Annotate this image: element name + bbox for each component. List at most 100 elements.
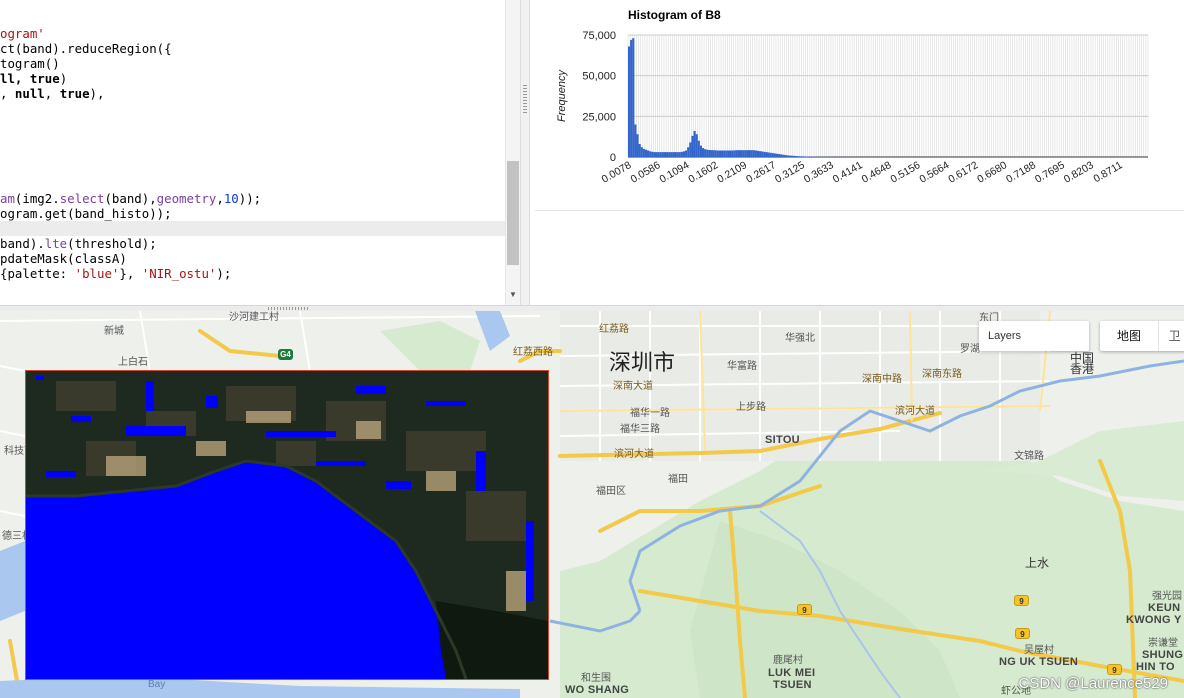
- route-shield-9: 9: [1107, 664, 1122, 675]
- map-label-shashui: 沙河建工村: [229, 312, 279, 323]
- histogram-bar: [712, 150, 715, 157]
- code-line[interactable]: togram(): [0, 56, 60, 71]
- code-line[interactable]: band).lte(threshold);: [0, 236, 157, 251]
- histogram-bar: [748, 150, 751, 157]
- histogram-bar: [731, 150, 734, 157]
- histogram-bar: [699, 145, 702, 157]
- histogram-bar: [655, 152, 658, 157]
- histogram-bar: [737, 150, 741, 157]
- histogram-bar: [714, 150, 717, 157]
- map-label-lumei: 鹿尾村: [773, 655, 803, 666]
- splitter-grip-icon[interactable]: [268, 307, 308, 310]
- histogram-bar: [710, 150, 713, 157]
- histogram-bar: [744, 150, 747, 157]
- histogram-bar: [792, 155, 795, 157]
- map-label-fuhua3: 福华三路: [620, 424, 660, 435]
- histogram-bar: [797, 156, 800, 157]
- map-label-hongli2: 红荔西路: [513, 347, 553, 358]
- vertical-panel-splitter[interactable]: [520, 0, 530, 305]
- x-tick-label: 0.2109: [715, 159, 749, 186]
- code-token: (threshold);: [67, 236, 157, 251]
- histogram-bar: [666, 152, 669, 157]
- chart-title: Histogram of B8: [628, 8, 721, 22]
- code-token: null: [14, 86, 45, 101]
- histogram-bar: [708, 150, 711, 157]
- code-token: togram(): [0, 56, 60, 71]
- map-type-map-button[interactable]: 地图: [1100, 321, 1158, 351]
- code-line[interactable]: , null, true),: [0, 86, 104, 101]
- map-label-keun: KEUN: [1148, 602, 1181, 614]
- code-token: ct(band).reduceRegion({: [0, 41, 172, 56]
- map-label-shang-bai-shi: 上白石: [118, 357, 148, 368]
- histogram-bar: [676, 152, 679, 157]
- code-line[interactable]: pdateMask(classA): [0, 251, 127, 266]
- histogram-bar: [661, 152, 664, 157]
- code-line[interactable]: ct(band).reduceRegion({: [0, 41, 172, 56]
- histogram-bar: [782, 154, 785, 157]
- histogram-bar: [790, 155, 793, 157]
- histogram-bar: [680, 151, 683, 157]
- code-line[interactable]: ogram.get(band_histo));: [0, 206, 172, 221]
- histogram-bar: [740, 150, 743, 157]
- histogram-bar: [803, 156, 806, 157]
- map-view[interactable]: 深圳市 上水 中国 香港 新城 上白石 沙河建工村 红荔路 红荔西路 深南大道 深…: [0, 311, 1184, 698]
- code-line[interactable]: ll, true): [0, 71, 67, 86]
- code-line[interactable]: ogram': [0, 26, 45, 41]
- histogram-bar: [693, 130, 696, 157]
- highway-shield-g4: G4: [278, 349, 293, 360]
- map-label-shennan2: 深南中路: [862, 374, 902, 385]
- map-label-heshengwei: 和生围: [581, 673, 611, 684]
- histogram-bar: [642, 148, 645, 157]
- map-label-huaqiang: 华强北: [785, 333, 815, 344]
- map-label-xinan: 新城: [104, 326, 124, 337]
- code-token: ,: [44, 86, 60, 101]
- histogram-bar: [632, 38, 635, 157]
- histogram-bar: [759, 151, 762, 157]
- y-tick-label: 25,000: [582, 111, 616, 123]
- histogram-bar: [771, 153, 774, 157]
- code-line[interactable]: {palette: 'blue'}, 'NIR_ostu');: [0, 266, 231, 281]
- splitter-grip-icon[interactable]: [523, 85, 527, 113]
- map-type-satellite-button[interactable]: 卫: [1158, 321, 1184, 351]
- code-token: ll,: [0, 71, 30, 86]
- code-editor[interactable]: ogram' ct(band).reduceRegion({togram() ll,…: [0, 0, 520, 305]
- map-label-honglu: 红荔路: [599, 324, 629, 335]
- histogram-bar: [801, 156, 804, 157]
- histogram-bar: [723, 150, 726, 157]
- x-tick-label: 0.7188: [1004, 159, 1038, 186]
- code-token: );: [216, 266, 232, 281]
- histogram-bar: [775, 153, 779, 157]
- code-token: 10: [223, 191, 239, 206]
- map-label-kwong: KWONG Y: [1126, 614, 1182, 626]
- code-token: },: [119, 266, 142, 281]
- histogram-bar: [647, 150, 650, 157]
- y-tick-label: 0: [610, 152, 616, 164]
- map-label-chonglian: 崇谦堂: [1148, 638, 1178, 649]
- layers-button[interactable]: Layers: [979, 321, 1089, 351]
- code-token: ,: [0, 86, 15, 101]
- map-label-shangbu: 上步路: [736, 402, 766, 413]
- histogram-bar: [746, 150, 749, 157]
- map-label-binhe2: 滨河大道: [614, 449, 654, 460]
- map-label-bay: Bay: [148, 679, 166, 690]
- map-label-nguk: NG UK TSUEN: [999, 656, 1079, 668]
- route-shield-9: 9: [797, 604, 812, 615]
- code-token: 'blue': [74, 266, 120, 281]
- code-token: 'NIR_ostu': [141, 266, 217, 281]
- scroll-down-arrow-icon[interactable]: ▼: [508, 291, 518, 299]
- code-token: ogram': [0, 26, 45, 41]
- histogram-bar: [756, 150, 760, 157]
- histogram-bar: [685, 150, 688, 157]
- code-token: select: [59, 191, 105, 206]
- histogram-bar: [799, 156, 802, 157]
- watermark: CSDN @Laurence529: [1018, 675, 1168, 692]
- code-line[interactable]: am(img2.select(band),geometry,10));: [0, 191, 261, 206]
- code-token: pdateMask(classA): [0, 251, 127, 266]
- editor-scrollbar-thumb[interactable]: [507, 161, 519, 265]
- x-tick-label: 0.2617: [744, 159, 778, 186]
- histogram-bar: [636, 134, 639, 157]
- histogram-bar: [630, 39, 633, 157]
- x-tick-label: 0.7695: [1033, 159, 1067, 186]
- histogram-bar: [644, 149, 648, 157]
- histogram-bar: [733, 150, 736, 157]
